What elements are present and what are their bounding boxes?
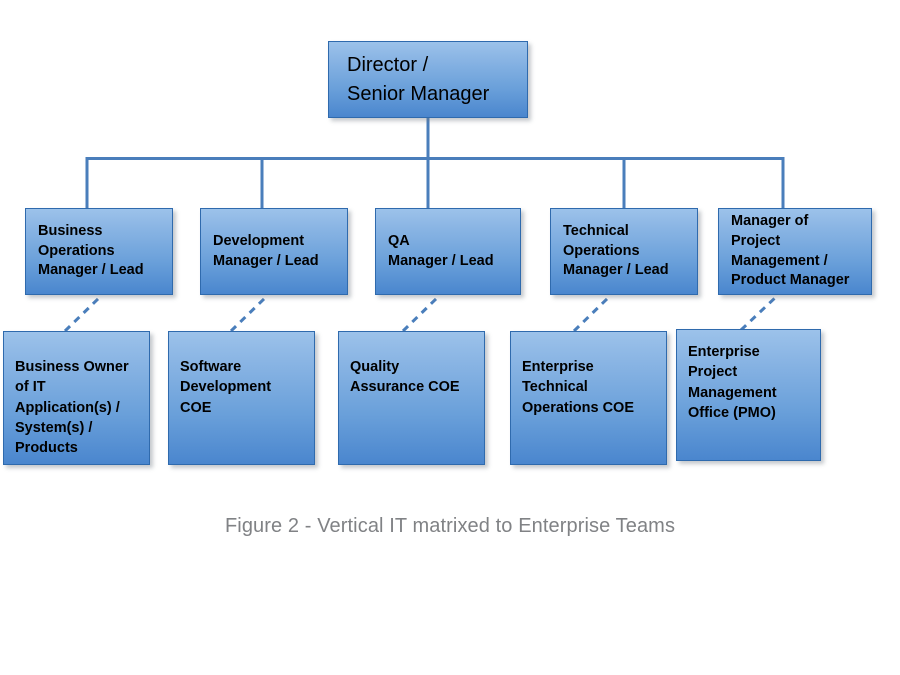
node-enterprise-pmo-label: Enterprise Project Management Office (PM… — [688, 344, 777, 421]
node-development-label: Development Manager / Lead — [213, 232, 319, 269]
node-qa[interactable]: QA Manager / Lead — [375, 208, 521, 295]
node-business-operations[interactable]: Business Operations Manager / Lead — [25, 208, 173, 295]
connector-dashed-enterprise-technical-operations-coe — [572, 294, 612, 333]
node-enterprise-technical-operations-coe-label: Enterprise Technical Operations COE — [522, 359, 634, 416]
node-business-operations-label: Business Operations Manager / Lead — [38, 222, 144, 279]
connector-dashed-software-development-coe — [229, 294, 269, 333]
connector-dashed-business-owner — [63, 294, 103, 333]
node-director[interactable]: Director / Senior Manager — [328, 41, 528, 118]
node-development[interactable]: Development Manager / Lead — [200, 208, 348, 295]
node-quality-assurance-coe-label: Quality Assurance COE — [350, 359, 460, 396]
node-project-management-label: Manager of Project Management / Product … — [731, 213, 850, 289]
node-business-owner-label: Business Owner of IT Application(s) / Sy… — [15, 359, 129, 457]
connector-dashed-quality-assurance-coe — [401, 294, 441, 333]
node-technical-operations-label: Technical Operations Manager / Lead — [563, 222, 669, 279]
node-project-management[interactable]: Manager of Project Management / Product … — [718, 208, 872, 295]
node-technical-operations[interactable]: Technical Operations Manager / Lead — [550, 208, 698, 295]
figure-caption: Figure 2 - Vertical IT matrixed to Enter… — [224, 515, 676, 537]
node-enterprise-technical-operations-coe[interactable]: Enterprise Technical Operations COE — [510, 331, 667, 465]
node-qa-label: QA Manager / Lead — [388, 232, 494, 269]
node-software-development-coe-label: Software Development COE — [180, 359, 272, 416]
node-quality-assurance-coe[interactable]: Quality Assurance COE — [338, 331, 485, 465]
node-software-development-coe[interactable]: Software Development COE — [168, 331, 315, 465]
node-director-label: Director / Senior Manager — [347, 54, 490, 105]
connector-dashed-enterprise-pmo — [739, 294, 779, 332]
org-chart-canvas: Director / Senior Manager Business Opera… — [0, 0, 900, 675]
node-business-owner[interactable]: Business Owner of IT Application(s) / Sy… — [3, 331, 150, 465]
node-enterprise-pmo[interactable]: Enterprise Project Management Office (PM… — [676, 329, 821, 461]
